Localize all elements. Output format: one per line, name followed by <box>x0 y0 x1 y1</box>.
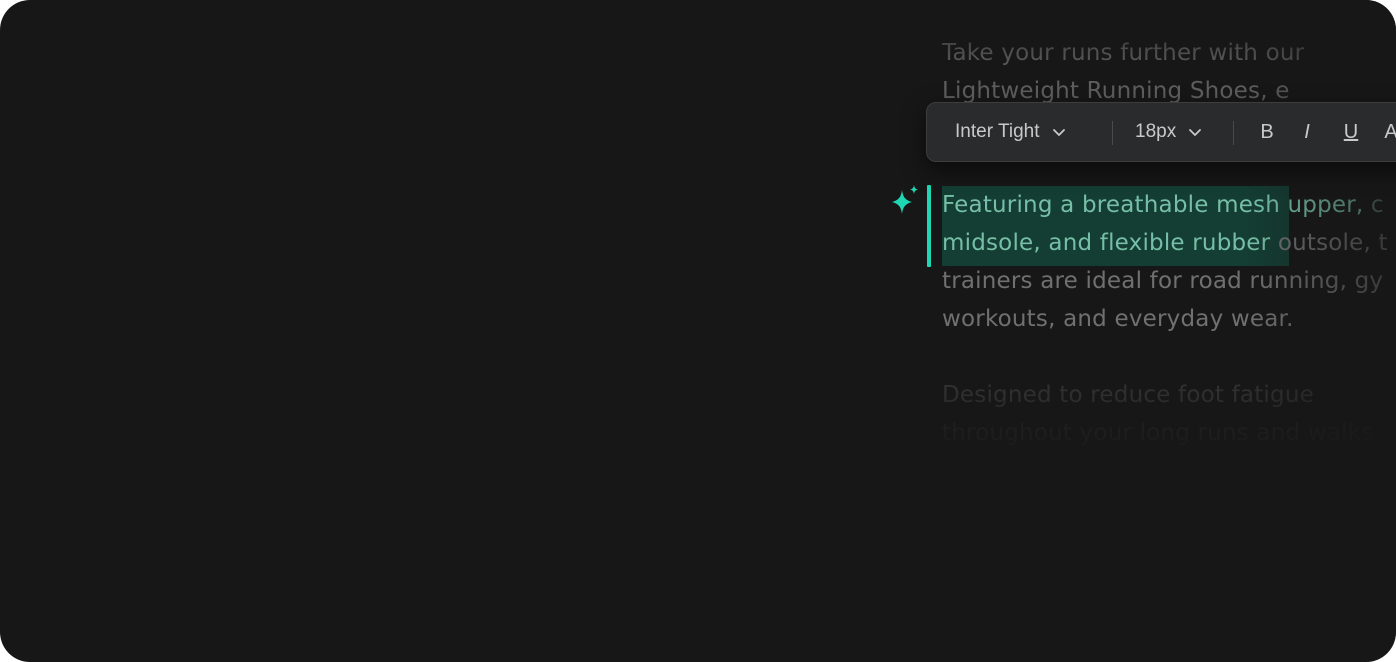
sparkle-icon[interactable] <box>888 184 922 218</box>
formatting-toolbar: Inter Tight 18px B I U A <box>926 102 1396 162</box>
paragraph-line: Designed to reduce foot fatigue <box>942 382 1314 408</box>
italic-icon: I <box>1304 120 1310 143</box>
chevron-down-icon <box>1189 129 1202 136</box>
chevron-down-icon <box>1052 129 1065 136</box>
text-caret-bar <box>927 185 931 267</box>
paragraph-line: throughout your long runs and walks <box>942 420 1374 446</box>
selected-text: midsole, and flexible rubber <box>942 230 1271 256</box>
paragraph-line: Take your runs further with our <box>942 40 1305 66</box>
font-family-label: Inter Tight <box>955 121 1040 142</box>
paragraph-line: Lightweight Running Shoes, e <box>942 78 1290 104</box>
text-color-button[interactable]: A <box>1377 103 1396 161</box>
paragraph-line: trainers are ideal for road running, gy <box>942 268 1384 294</box>
app-frame: Take your runs further with our Lightwei… <box>0 0 1396 662</box>
font-family-dropdown[interactable]: Inter Tight <box>955 103 1066 161</box>
selected-line[interactable]: Featuring a breathable mesh upper, c <box>942 192 1384 218</box>
italic-button[interactable]: I <box>1293 103 1321 161</box>
line-text: c <box>1363 192 1384 218</box>
font-size-dropdown[interactable]: 18px <box>1135 103 1202 161</box>
bold-icon: B <box>1260 120 1274 143</box>
toolbar-divider <box>1112 121 1113 145</box>
selected-line[interactable]: midsole, and flexible rubber outsole, t <box>942 230 1388 256</box>
font-size-label: 18px <box>1135 121 1177 142</box>
underline-icon: U <box>1343 120 1359 143</box>
line-text: outsole, t <box>1270 230 1388 256</box>
bold-button[interactable]: B <box>1253 103 1281 161</box>
text-editor[interactable]: Take your runs further with our Lightwei… <box>942 0 1396 662</box>
paragraph-line: workouts, and everyday wear. <box>942 306 1294 332</box>
text-color-icon: A <box>1384 120 1396 143</box>
selected-text: Featuring a breathable mesh upper, <box>942 192 1364 218</box>
underline-button[interactable]: U <box>1337 103 1365 161</box>
toolbar-divider <box>1233 121 1234 145</box>
